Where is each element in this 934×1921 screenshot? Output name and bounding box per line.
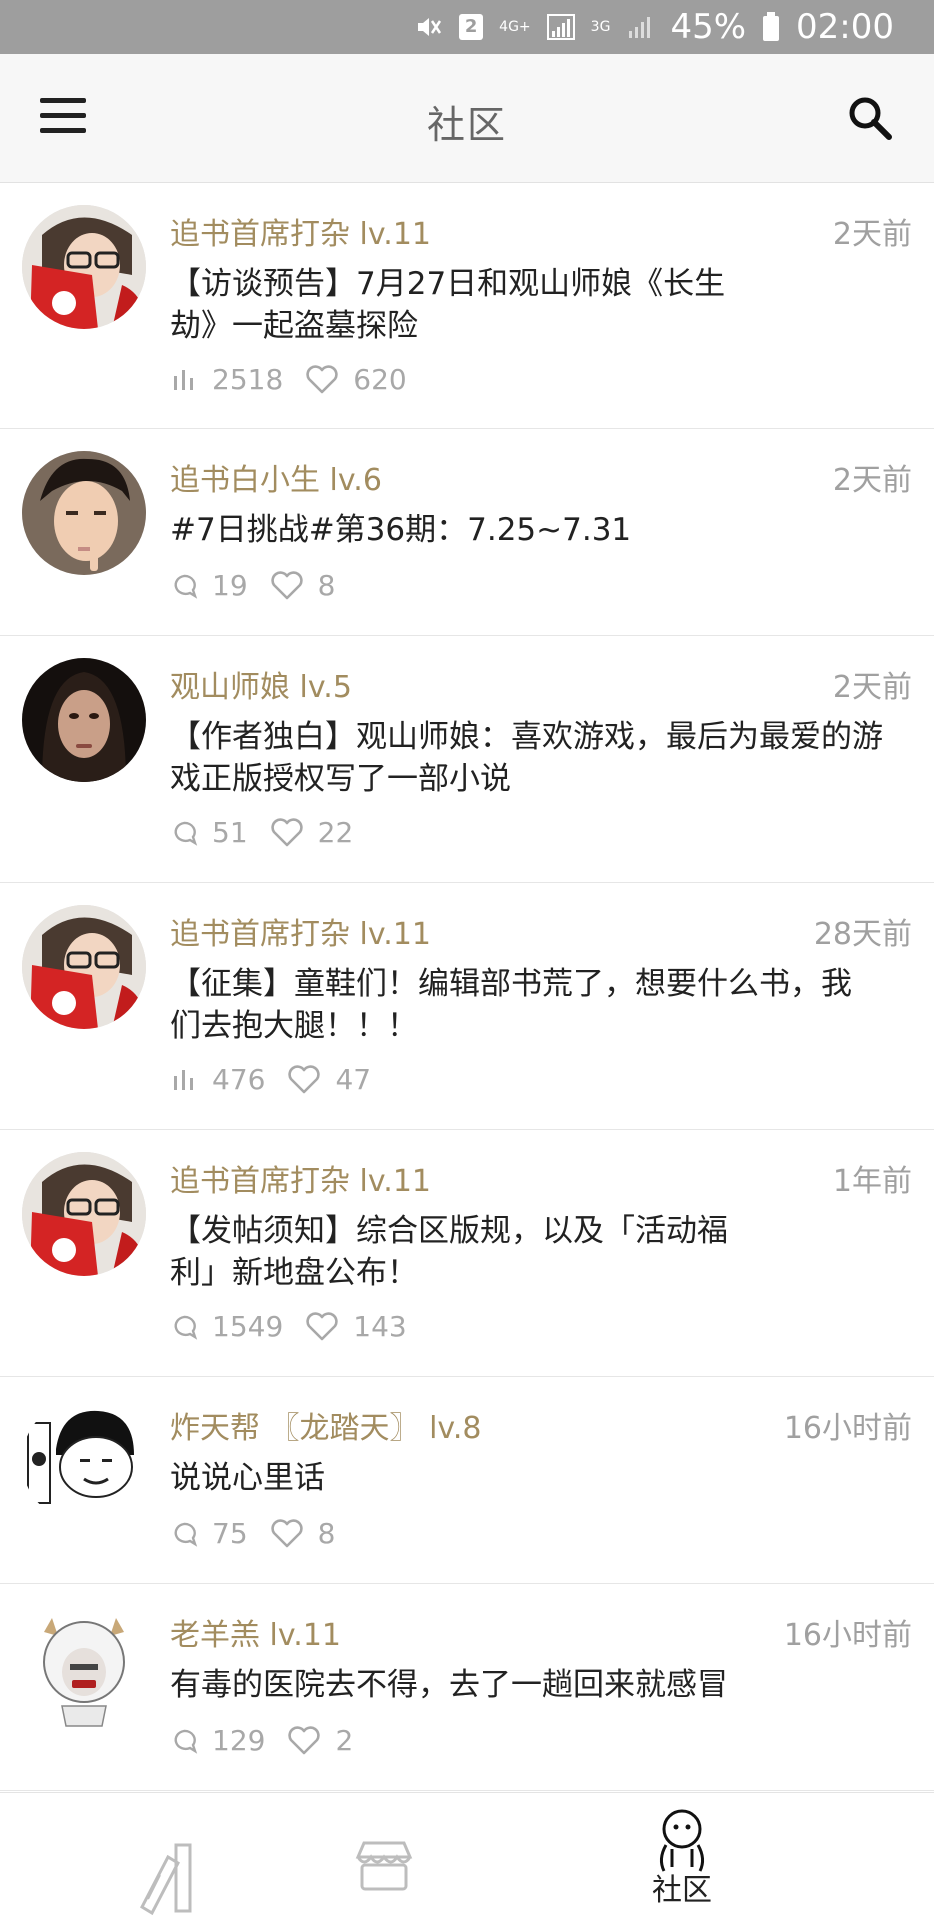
post-username[interactable]: 追书首席打杂 lv.11: [170, 209, 431, 253]
app-bar: 社区: [0, 54, 934, 183]
post-title[interactable]: 说说心里话: [170, 1457, 910, 1499]
heart-icon[interactable]: [270, 570, 304, 601]
views-icon: [174, 369, 193, 390]
post-username[interactable]: 老羊羔 lv.11: [170, 1610, 341, 1654]
bookshelf-icon: [140, 1843, 192, 1916]
post-title[interactable]: 【发帖须知】综合区版规，以及「活动福利」新地盘公布！: [170, 1210, 770, 1294]
post-title[interactable]: 【访谈预告】7月27日和观山师娘《长生劫》一起盗墓探险: [170, 263, 770, 347]
list-item[interactable]: 追书首席打杂 lv.11 28天前 【征集】童鞋们！编辑部书荒了，想要什么书，我…: [0, 883, 934, 1130]
like-count: 8: [317, 1517, 336, 1550]
post-stats: 51 22: [170, 816, 375, 849]
battery-icon: [763, 12, 780, 41]
comment-icon: [174, 1315, 198, 1340]
like-count: 143: [353, 1310, 407, 1343]
comment-count: 129: [212, 1724, 266, 1757]
post-time: 2天前: [832, 670, 912, 705]
post-username[interactable]: 炸天帮 〖龙踏天〗 lv.8: [170, 1403, 481, 1447]
post-title[interactable]: #7日挑战#第36期：7.25~7.31: [170, 509, 910, 551]
avatar[interactable]: [22, 1152, 146, 1276]
avatar[interactable]: [22, 451, 146, 575]
bottom-nav: 社区: [0, 1792, 934, 1921]
post-time: 2天前: [832, 217, 912, 252]
post-title[interactable]: 【征集】童鞋们！编辑部书荒了，想要什么书，我们去抱大腿！！！: [170, 963, 870, 1047]
nav-community-label: 社区: [652, 1873, 712, 1908]
comment-icon: [174, 1729, 198, 1754]
post-feed: 追书首席打杂 lv.11 2天前 【访谈预告】7月27日和观山师娘《长生劫》一起…: [0, 183, 934, 1791]
signal-icon: [546, 14, 575, 40]
post-title[interactable]: 【作者独白】观山师娘：喜欢游戏，最后为最爱的游戏正版授权写了一部小说: [170, 716, 910, 800]
like-count: 620: [353, 363, 407, 396]
heart-icon[interactable]: [287, 1725, 321, 1756]
post-username[interactable]: 追书首席打杂 lv.11: [170, 1156, 431, 1200]
page-title: 社区: [426, 103, 507, 147]
post-time: 16小时前: [783, 1618, 912, 1653]
list-item[interactable]: 追书白小生 lv.6 2天前 #7日挑战#第36期：7.25~7.31 19 8: [0, 429, 934, 636]
post-time: 1年前: [832, 1164, 912, 1199]
list-item[interactable]: 老羊羔 lv.11 16小时前 有毒的医院去不得，去了一趟回来就感冒 129 2: [0, 1584, 934, 1791]
list-item[interactable]: 追书首席打杂 lv.11 1年前 【发帖须知】综合区版规，以及「活动福利」新地盘…: [0, 1130, 934, 1377]
like-count: 22: [317, 816, 354, 849]
clock: 02:00: [796, 7, 894, 47]
like-count: 2: [335, 1724, 354, 1757]
heart-icon[interactable]: [305, 1311, 339, 1342]
like-count: 47: [335, 1063, 372, 1096]
comment-count: 51: [212, 816, 248, 849]
nav-store[interactable]: [324, 1805, 444, 1915]
avatar[interactable]: [22, 905, 146, 1029]
store-icon: [355, 1841, 413, 1891]
post-title[interactable]: 有毒的医院去不得，去了一趟回来就感冒: [170, 1664, 910, 1706]
nav-bookshelf[interactable]: [106, 1805, 226, 1916]
post-stats: 476 47: [170, 1063, 393, 1096]
list-item[interactable]: 追书首席打杂 lv.11 2天前 【访谈预告】7月27日和观山师娘《长生劫》一起…: [0, 183, 934, 429]
list-item[interactable]: 炸天帮 〖龙踏天〗 lv.8 16小时前 说说心里话 75 8: [0, 1377, 934, 1584]
network-3g-label: 3G: [590, 19, 611, 35]
mute-vibrate-icon: [418, 18, 442, 36]
post-username[interactable]: 观山师娘 lv.5: [170, 662, 352, 706]
network-4g-label: 4G+: [499, 19, 531, 35]
post-username[interactable]: 追书首席打杂 lv.11: [170, 909, 431, 953]
heart-icon[interactable]: [287, 1064, 321, 1095]
avatar[interactable]: [22, 1399, 146, 1523]
sim-2-icon: 2: [459, 14, 484, 40]
comment-icon: [174, 574, 198, 599]
comment-count: 75: [212, 1517, 248, 1550]
view-count: 476: [212, 1063, 266, 1096]
post-stats: 129 2: [170, 1724, 375, 1757]
avatar[interactable]: [22, 658, 146, 782]
heart-icon[interactable]: [305, 364, 339, 395]
post-time: 2天前: [832, 463, 912, 498]
list-item[interactable]: 观山师娘 lv.5 2天前 【作者独白】观山师娘：喜欢游戏，最后为最爱的游戏正版…: [0, 636, 934, 883]
heart-icon[interactable]: [270, 1518, 304, 1549]
battery-percent: 45%: [670, 7, 747, 47]
nav-community[interactable]: 社区: [622, 1805, 742, 1915]
comment-count: 1549: [212, 1310, 284, 1343]
view-count: 2518: [212, 363, 284, 396]
avatar[interactable]: [22, 205, 146, 329]
comment-icon: [174, 1522, 198, 1547]
post-time: 28天前: [813, 917, 912, 952]
status-bar: 2 4G+ 3G 45% 02:00: [0, 0, 934, 54]
views-icon: [174, 1069, 193, 1090]
comment-icon: [174, 821, 198, 846]
signal-3g-icon: [629, 17, 651, 38]
like-count: 8: [317, 569, 336, 602]
post-stats: 2518 620: [170, 363, 429, 396]
post-time: 16小时前: [783, 1411, 912, 1446]
post-username[interactable]: 追书白小生 lv.6: [170, 455, 382, 499]
comment-count: 19: [212, 569, 248, 602]
avatar[interactable]: [22, 1606, 146, 1730]
heart-icon[interactable]: [270, 817, 304, 848]
post-stats: 19 8: [170, 569, 357, 602]
post-stats: 75 8: [170, 1517, 357, 1550]
post-stats: 1549 143: [170, 1310, 429, 1343]
search-icon[interactable]: [846, 94, 894, 142]
